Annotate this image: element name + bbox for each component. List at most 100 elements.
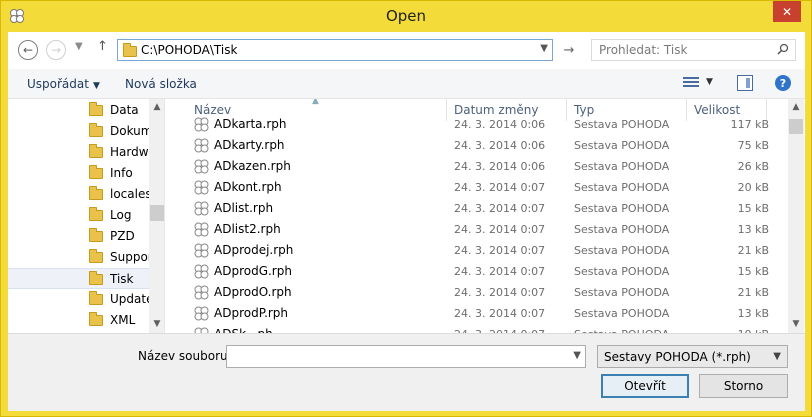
file-type: Sestava POHODA (574, 307, 670, 320)
back-button[interactable]: ← (18, 40, 38, 60)
file-name: ADprodG.rph (214, 264, 292, 278)
file-date: 24. 3. 2014 0:07 (454, 265, 546, 278)
address-path: C:\POHODA\Tisk (141, 43, 238, 57)
chevron-down-icon[interactable]: ▼ (706, 77, 713, 87)
file-list-scrollbar[interactable]: ▲ ▼ (788, 99, 804, 333)
file-name: ADkarty.rph (214, 138, 285, 152)
tree-item[interactable]: PZD (8, 226, 149, 247)
preview-pane-icon[interactable] (737, 75, 753, 91)
chevron-down-icon[interactable]: ▼ (540, 43, 548, 54)
refresh-button[interactable]: → (559, 39, 579, 61)
up-button[interactable]: ↑ (97, 39, 108, 54)
file-type-select[interactable]: Sestavy POHODA (*.rph) ▼ (597, 345, 788, 368)
folder-icon (123, 43, 137, 57)
recent-locations-button[interactable]: ▼ (75, 41, 83, 52)
tree-item-label: Update (110, 292, 154, 306)
scroll-up-arrow[interactable]: ▲ (149, 99, 164, 116)
tree-item-label: Info (110, 166, 133, 180)
tree-item[interactable]: Update (8, 289, 153, 310)
folder-icon (89, 144, 103, 158)
file-name-input[interactable]: ▼ (226, 345, 586, 368)
file-date: 24. 3. 2014 0:07 (454, 244, 546, 257)
tree-item[interactable]: Dokum (8, 121, 153, 142)
open-button[interactable]: Otevřít (601, 374, 689, 398)
tree-item[interactable]: locales (8, 184, 152, 205)
file-size: 21 kB (737, 244, 769, 257)
search-icon[interactable] (777, 43, 789, 55)
file-type: Sestava POHODA (574, 223, 670, 236)
forward-arrow-icon: → (50, 43, 62, 57)
file-type: Sestava POHODA (574, 160, 670, 173)
scroll-up-arrow[interactable]: ▲ (788, 99, 804, 116)
help-icon[interactable]: ? (775, 75, 791, 91)
file-name: ADprodO.rph (214, 285, 292, 299)
report-file-icon (194, 180, 209, 195)
file-date: 24. 3. 2014 0:07 (454, 181, 546, 194)
folder-icon (89, 102, 103, 116)
file-row[interactable]: ADprodej.rph 24. 3. 2014 0:07 Sestava POHO… (166, 240, 787, 261)
tree-item[interactable]: Log (8, 205, 149, 226)
tree-item[interactable]: Data (8, 100, 149, 121)
file-row[interactable]: ADprodO.rph 24. 3. 2014 0:07 Sestava POHOD… (166, 282, 787, 303)
tree-item[interactable]: Tisk (8, 268, 149, 289)
folder-icon (89, 249, 103, 263)
chevron-down-icon[interactable]: ▼ (573, 350, 581, 361)
file-date: 24. 3. 2014 0:07 (454, 307, 546, 320)
address-bar[interactable]: C:\POHODA\Tisk ▼ (117, 39, 553, 61)
file-date: 24. 3. 2014 0:06 (454, 118, 546, 131)
navigation-bar: ← → ▼ ↑ C:\POHODA\Tisk ▼ → Prohledat: Ti… (8, 32, 805, 69)
up-arrow-icon: ↑ (97, 39, 108, 54)
report-file-icon (194, 117, 209, 132)
tree-scroll-thumb[interactable] (150, 205, 164, 221)
scroll-down-arrow[interactable]: ▼ (788, 316, 804, 333)
view-list-icon[interactable] (683, 77, 699, 90)
file-row[interactable]: ADkont.rph 24. 3. 2014 0:07 Sestava POHODA… (166, 177, 787, 198)
tree-item[interactable]: XML (8, 310, 149, 331)
file-name: ADprodej.rph (214, 243, 294, 257)
organize-label: Uspořádat (27, 77, 89, 91)
file-list-scroll-thumb[interactable] (789, 119, 803, 134)
file-row[interactable]: ADprodG.rph 24. 3. 2014 0:07 Sestava POHOD… (166, 261, 787, 282)
report-file-icon (194, 159, 209, 174)
tree-item-label: Suppor (110, 250, 153, 264)
file-type-value: Sestavy POHODA (*.rph) (604, 350, 751, 364)
forward-button[interactable]: → (46, 40, 66, 60)
back-arrow-icon: ← (22, 43, 34, 57)
file-name-label: Název souboru: (138, 349, 232, 363)
tree-item[interactable]: Suppor (8, 247, 153, 268)
file-date: 24. 3. 2014 0:06 (454, 160, 546, 173)
file-type: Sestava POHODA (574, 286, 670, 299)
tree-item[interactable]: Info (8, 163, 149, 184)
file-row[interactable]: ADlist.rph 24. 3. 2014 0:07 Sestava POHODA… (166, 198, 787, 219)
file-name: ADlist.rph (214, 201, 274, 215)
chevron-down-icon: ▼ (92, 81, 100, 91)
search-input[interactable]: Prohledat: Tisk (591, 39, 796, 61)
tree-scrollbar[interactable]: ▲ ▼ (149, 99, 164, 333)
file-row[interactable]: ADkarty.rph 24. 3. 2014 0:06 Sestava POHOD… (166, 135, 787, 156)
file-type: Sestava POHODA (574, 139, 670, 152)
file-row[interactable]: ADkarta.rph 24. 3. 2014 0:06 Sestava POHOD… (166, 114, 787, 135)
file-size: 26 kB (737, 160, 769, 173)
file-size: 21 kB (737, 286, 769, 299)
title-bar[interactable]: Open ✕ (1, 1, 811, 32)
organize-menu-button[interactable]: Uspořádat ▼ (27, 77, 100, 91)
file-date: 24. 3. 2014 0:07 (454, 286, 546, 299)
tree-item[interactable]: Hardwa (8, 142, 156, 163)
tree-item-label: Dokum (110, 124, 153, 138)
folder-icon (89, 123, 103, 137)
file-type: Sestava POHODA (574, 202, 670, 215)
file-date: 24. 3. 2014 0:07 (454, 223, 546, 236)
tree-item-label: locales (110, 187, 152, 201)
file-row[interactable]: ADkazen.rph 24. 3. 2014 0:06 Sestava POHOD… (166, 156, 787, 177)
file-list: ▲ Název Datum změny Typ Velikost ADkarta… (166, 99, 805, 333)
cancel-button[interactable]: Storno (699, 374, 788, 398)
file-size: 15 kB (737, 202, 769, 215)
file-row[interactable]: ADlist2.rph 24. 3. 2014 0:07 Sestava POHOD… (166, 219, 787, 240)
new-folder-button[interactable]: Nová složka (125, 77, 197, 91)
close-button[interactable]: ✕ (773, 1, 801, 22)
file-row[interactable]: ADprodP.rph 24. 3. 2014 0:07 Sestava POHOD… (166, 303, 787, 324)
file-row[interactable]: ADSk...ph24. 3. 2014 0:07Sestava POHODA1… (166, 324, 787, 333)
tree-item-label: XML (110, 313, 136, 327)
close-icon: ✕ (781, 4, 793, 19)
scroll-down-arrow[interactable]: ▼ (149, 316, 164, 333)
